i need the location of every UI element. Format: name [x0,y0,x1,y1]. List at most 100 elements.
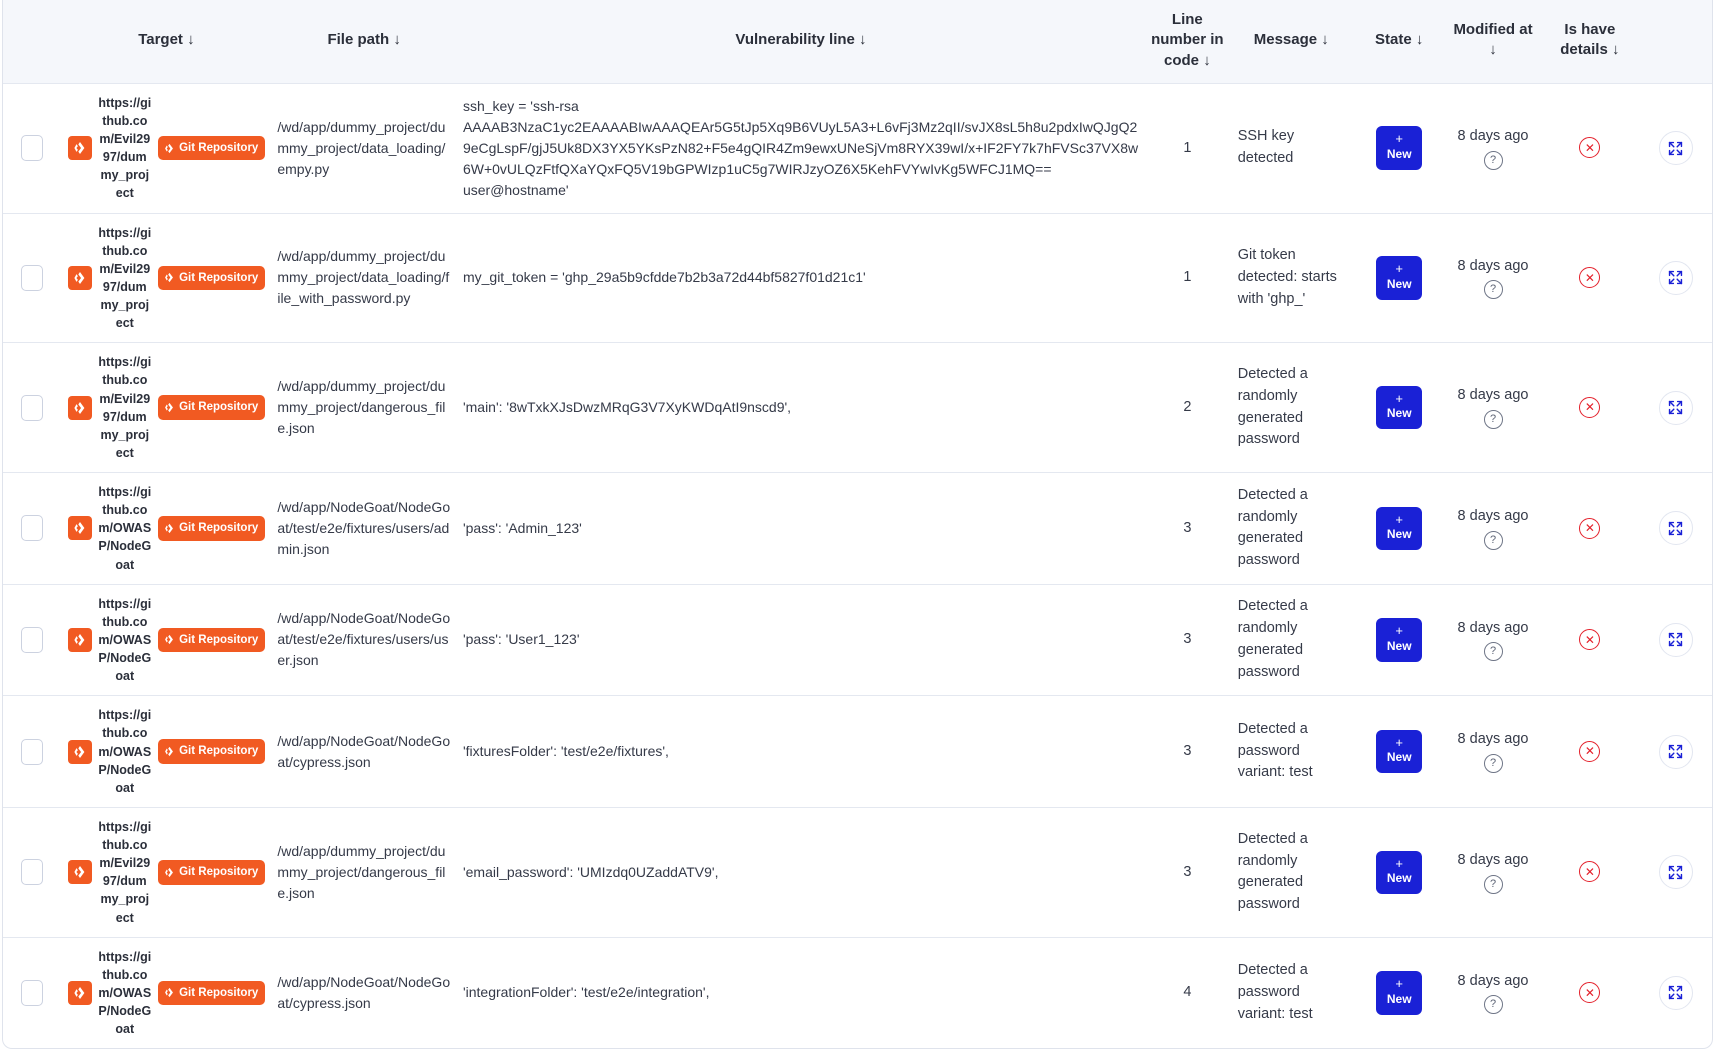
state-new-label: New [1386,638,1412,653]
expand-row-button[interactable] [1658,975,1693,1010]
table-row: https://github.com/Evil2997/dummy_projec… [3,83,1712,213]
expand-row-button[interactable] [1658,734,1693,769]
git-repository-badge[interactable]: Git Repository [158,135,266,161]
table-header-row: Target ↓ File path ↓ Vulnerability line … [3,0,1712,84]
git-repository-badge-label: Git Repository [179,986,259,999]
message-cell: Detected a randomly generated password [1229,806,1353,938]
help-question-icon[interactable]: ? [1483,530,1503,550]
row-select-cell [3,83,62,213]
column-header-modified-at[interactable]: Modified at ↓ [1445,0,1541,84]
expand-row-button[interactable] [1658,131,1693,166]
state-new-label: New [1386,526,1412,541]
git-repository-badge-label: Git Repository [179,141,259,154]
expand-cell [1639,936,1712,1049]
column-header-line-number[interactable]: Line number in code ↓ [1144,0,1230,84]
expand-row-button[interactable] [1658,511,1693,546]
row-checkbox[interactable] [21,979,44,1006]
column-header-vulnerability-line-label: Vulnerability line [735,31,855,49]
expand-row-button[interactable] [1658,855,1693,890]
modified-at-cell: 8 days ago? [1445,342,1541,473]
git-repository-badge-label: Git Repository [179,521,259,534]
state-new-button[interactable]: + New [1376,729,1423,774]
git-repository-badge[interactable]: Git Repository [158,859,266,885]
git-repository-badge[interactable]: Git Repository [158,980,266,1006]
row-checkbox[interactable] [21,394,44,421]
modified-at-label: 8 days ago [1457,508,1529,525]
table-row: https://github.com/Evil2997/dummy_projec… [3,212,1712,343]
git-repository-badge[interactable]: Git Repository [158,739,266,764]
column-header-file-path[interactable]: File path ↓ [271,0,457,84]
state-cell: + New [1352,342,1446,473]
file-path-cell: /wd/app/dummy_project/dummy_project/data… [277,118,446,177]
sort-arrow-icon: ↓ [1611,41,1620,59]
state-new-button[interactable]: + New [1376,618,1423,662]
expand-row-button[interactable] [1658,622,1693,657]
state-new-label: New [1386,276,1412,291]
table-body: https://github.com/Evil2997/dummy_projec… [3,83,1712,1049]
is-have-details-cell: ✕ [1540,936,1640,1049]
row-checkbox[interactable] [21,626,44,653]
row-checkbox[interactable] [21,264,44,291]
row-checkbox[interactable] [21,135,44,162]
row-checkbox[interactable] [21,738,44,765]
git-repository-badge[interactable]: Git Repository [158,627,266,653]
modified-at-cell: 8 days ago? [1445,936,1541,1049]
state-new-button[interactable]: + New [1376,971,1423,1015]
state-new-button[interactable]: + New [1376,385,1423,430]
git-repository-icon [67,136,92,161]
help-question-icon[interactable]: ? [1483,642,1503,662]
target-url-label: https://github.com/Evil2997/dummy_projec… [98,225,152,331]
column-header-state[interactable]: State ↓ [1352,0,1446,84]
expand-row-button[interactable] [1658,260,1693,295]
help-question-icon[interactable]: ? [1483,754,1503,774]
is-have-details-cell: ✕ [1540,583,1640,696]
expand-cell [1639,342,1712,473]
line-number-cell: 1 [1144,212,1230,343]
help-question-icon[interactable]: ? [1483,874,1503,894]
no-details-icon: ✕ [1579,517,1601,539]
target-cell: https://github.com/Evil2997/dummy_projec… [61,212,272,343]
column-header-expand [1639,0,1712,84]
plus-icon: + [1395,976,1403,992]
state-new-button[interactable]: + New [1376,126,1423,170]
line-number-cell: 3 [1144,583,1230,696]
vulnerability-line-cell: 'integrationFolder': 'test/e2e/integrati… [456,936,1145,1049]
column-header-is-have-details[interactable]: Is have details ↓ [1540,0,1640,84]
help-question-icon[interactable]: ? [1483,995,1503,1015]
column-header-message[interactable]: Message ↓ [1229,0,1353,84]
is-have-details-cell: ✕ [1540,342,1640,473]
git-repository-badge[interactable]: Git Repository [158,395,266,420]
row-checkbox[interactable] [21,859,44,886]
no-details-icon: ✕ [1579,982,1601,1004]
git-repository-badge[interactable]: Git Repository [158,265,266,291]
row-checkbox[interactable] [21,515,44,542]
modified-at-cell: 8 days ago? [1445,695,1541,808]
target-url-label: https://github.com/Evil2997/dummy_projec… [98,819,152,925]
line-number-cell: 3 [1144,695,1230,808]
message-cell: Detected a password variant: test [1229,936,1353,1049]
target-cell: https://github.com/Evil2997/dummy_projec… [61,806,272,938]
file-path-cell: /wd/app/NodeGoat/NodeGoat/cypress.json [271,936,457,1049]
modified-at-label: 8 days ago [1457,972,1529,989]
file-path-cell: /wd/app/dummy_project/dummy_project/data… [271,212,457,343]
row-select-cell [3,936,62,1049]
column-header-vulnerability-line[interactable]: Vulnerability line ↓ [456,0,1145,84]
file-path-cell: /wd/app/NodeGoat/NodeGoat/test/e2e/fixtu… [271,472,457,585]
column-header-is-have-details-label: Is have details [1560,21,1616,59]
column-header-target[interactable]: Target ↓ [61,0,272,84]
expand-row-button[interactable] [1658,390,1693,425]
state-new-button[interactable]: + New [1376,256,1423,300]
expand-cell [1639,806,1712,938]
state-new-button[interactable]: + New [1376,506,1423,550]
help-question-icon[interactable]: ? [1483,150,1503,170]
column-header-modified-at-label: Modified at [1453,21,1533,39]
plus-icon: + [1395,855,1403,871]
git-repository-badge[interactable]: Git Repository [158,515,266,541]
help-question-icon[interactable]: ? [1483,280,1503,300]
help-question-icon[interactable]: ? [1483,410,1503,430]
modified-at-label: 8 days ago [1457,619,1529,636]
table-row: https://github.com/OWASP/NodeGoat Git Rep… [3,936,1712,1049]
state-cell: + New [1353,83,1446,213]
target-cell: https://github.com/OWASP/NodeGoat Git Rep… [61,936,272,1049]
state-new-button[interactable]: + New [1376,850,1423,894]
